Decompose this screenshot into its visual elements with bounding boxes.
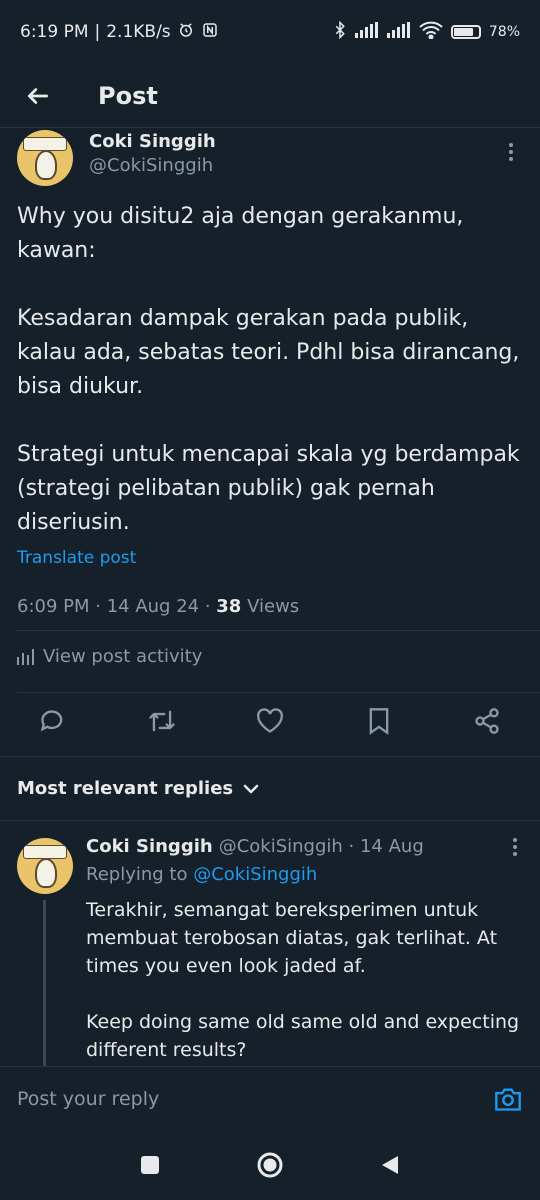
replying-to-link[interactable]: @CokiSinggih (193, 864, 317, 885)
post-text: Why you disitu2 aja dengan gerakanmu, ka… (17, 204, 520, 535)
bookmark-button[interactable] (364, 706, 394, 736)
battery-level: 78% (488, 24, 520, 40)
bookmark-icon (369, 708, 388, 735)
battery-icon (450, 25, 481, 39)
back-button[interactable] (18, 76, 58, 116)
activity-label: View post activity (43, 646, 203, 667)
reply-icon (40, 710, 63, 732)
reply-sort-dropdown[interactable]: Most relevant replies (17, 778, 259, 799)
reply-author-handle: @CokiSinggih · 14 Aug (218, 836, 424, 857)
home-button[interactable] (252, 1147, 288, 1183)
author-row: Coki Singgih @CokiSinggih (17, 130, 523, 186)
alarm-icon (177, 21, 195, 44)
status-right: 78% (333, 20, 520, 43)
camera-button[interactable] (493, 1084, 523, 1114)
divider (0, 820, 540, 821)
bluetooth-icon (333, 20, 347, 43)
author-name[interactable]: Coki Singgih (89, 130, 216, 154)
reply-more-options-button[interactable] (503, 835, 527, 859)
analytics-icon (17, 648, 34, 665)
share-button[interactable] (472, 706, 502, 736)
heart-icon (257, 708, 283, 733)
nfc-icon (201, 21, 219, 44)
post-time: 6:09 PM (17, 596, 90, 617)
signal-icon (354, 22, 379, 42)
page-title: Post (98, 81, 158, 110)
triangle-left-icon (382, 1156, 398, 1174)
post-meta: 6:09 PM · 14 Aug 24 · 38 Views (17, 596, 300, 617)
reply-header: Coki Singgih @CokiSinggih · 14 Aug (86, 834, 527, 860)
post-actions (0, 706, 540, 736)
reply-button[interactable] (38, 706, 68, 736)
view-activity-link[interactable]: View post activity (17, 646, 202, 667)
author-handle[interactable]: @CokiSinggih (89, 154, 216, 178)
post-date: 14 Aug 24 (106, 596, 200, 617)
translate-link[interactable]: Translate post (17, 548, 523, 568)
camera-icon (495, 1088, 521, 1111)
more-vertical-icon (513, 838, 517, 856)
reply-sort-label: Most relevant replies (17, 778, 234, 799)
repost-icon (148, 710, 175, 732)
more-options-button[interactable] (499, 140, 523, 164)
avatar[interactable] (17, 838, 73, 894)
main-post: Coki Singgih @CokiSinggih Why you disitu… (0, 128, 540, 617)
thread-line (43, 900, 46, 1070)
reply-text: Terakhir, semangat bereksperimen untuk m… (86, 899, 520, 1061)
circle-icon (257, 1152, 283, 1178)
recents-button[interactable] (132, 1147, 168, 1183)
repost-button[interactable] (147, 706, 177, 736)
reply-post[interactable]: Coki Singgih @CokiSinggih · 14 Aug Reply… (17, 834, 527, 1070)
compose-bar (0, 1066, 540, 1130)
square-icon (141, 1156, 159, 1174)
wifi-icon (419, 21, 443, 43)
like-button[interactable] (255, 706, 285, 736)
more-vertical-icon (509, 143, 513, 161)
chevron-down-icon (243, 784, 259, 793)
status-time: 6:19 PM (20, 22, 89, 42)
arrow-left-icon (27, 87, 49, 104)
reply-author-name[interactable]: Coki Singgih (86, 834, 213, 860)
status-bar: 6:19 PM | 2.1KB/s 78% (0, 0, 540, 64)
header: Post (0, 64, 540, 128)
replying-to: Replying to @CokiSinggih (86, 864, 318, 885)
author-names: Coki Singgih @CokiSinggih (89, 130, 216, 178)
divider (17, 630, 540, 631)
divider (17, 692, 540, 693)
share-icon (475, 708, 499, 734)
status-left: 6:19 PM | 2.1KB/s (20, 21, 219, 44)
back-nav-button[interactable] (372, 1147, 408, 1183)
reply-body: Coki Singgih @CokiSinggih · 14 Aug Reply… (86, 834, 527, 1064)
views-label: Views (247, 596, 300, 617)
avatar[interactable] (17, 130, 73, 186)
views-count: 38 (216, 596, 242, 617)
reply-input[interactable] (17, 1087, 493, 1110)
system-nav-bar (0, 1130, 540, 1200)
signal-icon (386, 22, 411, 42)
status-speed: 2.1KB/s (106, 22, 171, 42)
divider (0, 756, 540, 757)
